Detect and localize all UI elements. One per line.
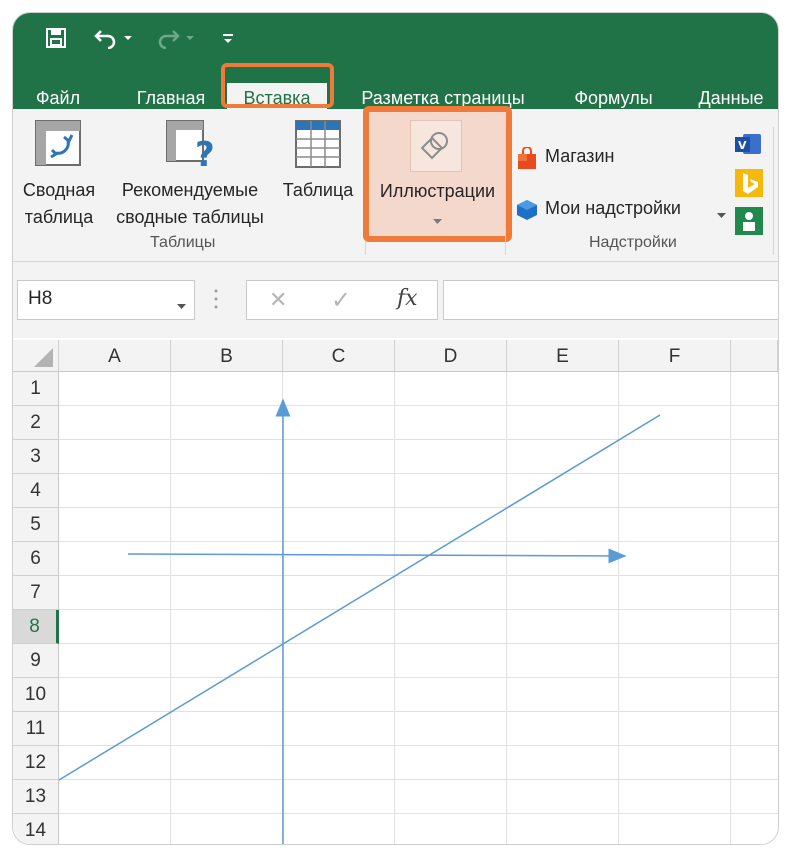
svg-text:V: V <box>738 139 747 152</box>
group-label-tables: Таблицы <box>150 234 216 251</box>
name-box[interactable]: H8 <box>17 280 195 320</box>
my-addins-label: Мои надстройки <box>545 198 681 218</box>
group-label-addins: Надстройки <box>589 234 677 251</box>
group-separator <box>505 127 506 255</box>
customize-qat-icon[interactable] <box>218 23 238 53</box>
illustrations-label: Иллюстрации <box>379 181 496 201</box>
cancel-icon[interactable]: ✕ <box>269 287 287 313</box>
my-addins-icon <box>515 198 539 227</box>
save-icon[interactable] <box>41 23 71 53</box>
formula-buttons: ✕ ✓ fx <box>246 280 438 320</box>
my-addins-dropdown-icon <box>717 206 726 224</box>
redo-dropdown-icon[interactable] <box>183 23 197 53</box>
redo-icon[interactable] <box>153 23 183 53</box>
worksheet-grid[interactable]: A B C D E F 1 2 3 4 5 6 7 8 9 10 11 12 1… <box>13 340 778 844</box>
name-box-dropdown-icon[interactable] <box>177 297 186 315</box>
table-button[interactable]: Таблица <box>277 113 359 233</box>
recommended-pivot-label-2: сводные таблицы <box>116 207 264 227</box>
svg-text:?: ? <box>195 135 215 173</box>
formula-bar: H8 ✕ ✓ fx <box>13 262 778 338</box>
table-label: Таблица <box>282 180 354 200</box>
illustrations-button[interactable]: Иллюстрации <box>363 106 512 242</box>
store-icon <box>515 146 539 176</box>
recommended-pivot-button[interactable]: ? Рекомендуемые сводные таблицы <box>109 113 269 233</box>
formula-bar-grip-icon[interactable] <box>214 288 218 315</box>
insert-function-icon[interactable]: fx <box>397 286 418 311</box>
illustrations-icon <box>410 120 462 172</box>
name-box-value: H8 <box>28 288 53 309</box>
pivot-table-icon <box>34 119 82 172</box>
pivot-table-label-1: Сводная <box>22 180 96 200</box>
visio-icon[interactable]: V <box>735 131 763 162</box>
undo-icon[interactable] <box>91 23 121 53</box>
group-separator <box>773 127 774 255</box>
recommended-pivot-icon: ? <box>165 119 219 178</box>
quick-access-toolbar <box>13 13 778 71</box>
formula-input[interactable] <box>443 280 778 320</box>
pivot-table-label-2: таблица <box>24 207 94 227</box>
my-addins-button[interactable]: Мои надстройки <box>513 195 733 225</box>
horizontal-axis-arrow[interactable] <box>127 548 627 564</box>
drawing-layer <box>58 398 661 844</box>
illustrations-dropdown-icon <box>433 212 442 230</box>
people-graph-icon[interactable] <box>735 207 763 240</box>
table-icon <box>294 119 342 174</box>
store-label: Магазин <box>545 146 615 166</box>
bing-icon[interactable] <box>735 169 763 202</box>
store-button[interactable]: Магазин <box>513 143 673 173</box>
enter-icon[interactable]: ✓ <box>331 286 351 315</box>
ribbon-insert: Сводная таблица ? Рекомендуемые сводные … <box>13 106 778 262</box>
pivot-table-button[interactable]: Сводная таблица <box>13 113 105 233</box>
excel-window: Файл Главная Вставка Разметка страницы Ф… <box>12 12 779 845</box>
recommended-pivot-label-1: Рекомендуемые <box>121 180 259 200</box>
diagonal-line[interactable] <box>58 414 661 781</box>
undo-dropdown-icon[interactable] <box>121 23 135 53</box>
insert-tab-highlight <box>221 63 334 108</box>
